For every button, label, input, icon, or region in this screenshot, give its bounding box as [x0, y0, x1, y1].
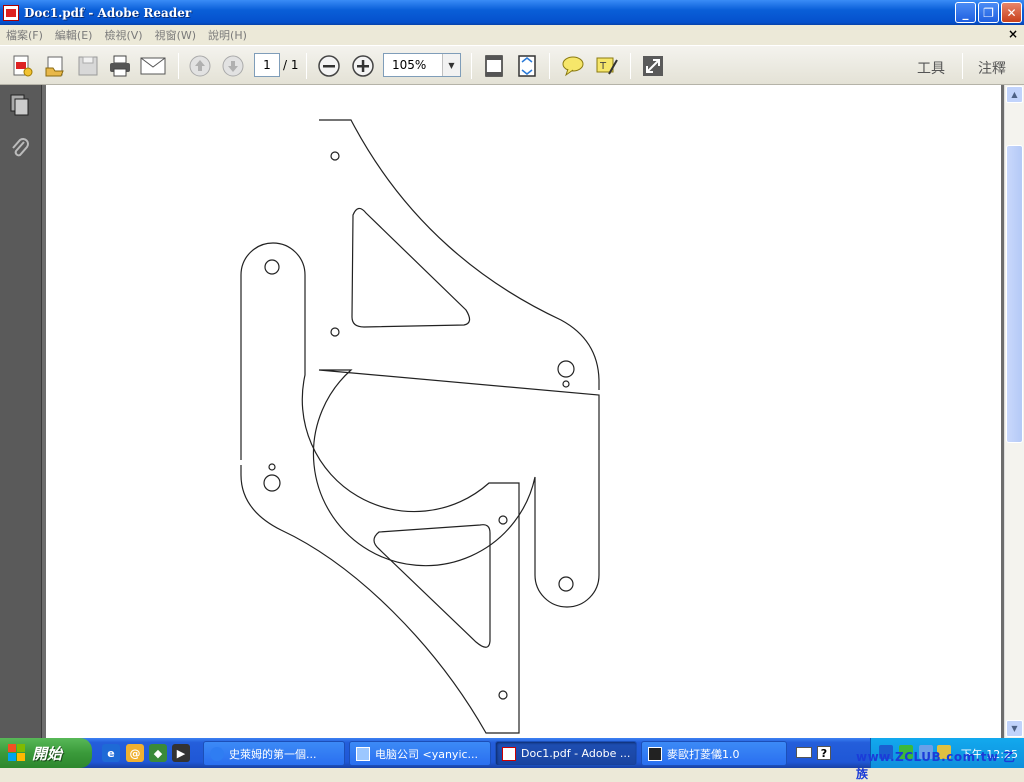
outlook-quicklaunch-icon[interactable]: @	[126, 744, 144, 762]
pdf-icon	[502, 746, 516, 761]
start-label: 開始	[32, 744, 63, 763]
zoom-value: 105%	[392, 58, 427, 72]
technical-drawing	[240, 119, 600, 734]
hole	[562, 380, 570, 388]
watermark: www.ZCLUB.com.tw 乙族	[856, 750, 1016, 781]
desktop-quicklaunch-icon[interactable]: ◆	[149, 744, 167, 762]
toolbar-separator	[471, 53, 472, 79]
taskbar-item[interactable]: Doc1.pdf - Adobe ...	[495, 741, 637, 766]
taskbar-item-label: Doc1.pdf - Adobe ...	[521, 747, 631, 760]
pages-icon[interactable]	[8, 93, 32, 117]
comment-icon[interactable]	[559, 52, 587, 80]
svg-text:T: T	[599, 61, 607, 72]
keyboard-icon[interactable]	[796, 747, 812, 758]
taskbar-item-label: 麥歐打菱儀1.0	[667, 747, 740, 761]
attachments-icon[interactable]	[8, 136, 32, 160]
hole	[263, 474, 281, 492]
ie-quicklaunch-icon[interactable]: e	[102, 744, 120, 762]
start-button[interactable]: 開始	[0, 738, 92, 768]
fit-page-icon[interactable]	[480, 52, 508, 80]
toolbar-separator	[962, 53, 963, 79]
pdf-page	[46, 85, 1001, 738]
page-number-input[interactable]: 1	[254, 53, 280, 77]
create-pdf-icon[interactable]	[8, 52, 36, 80]
comment-panel-button[interactable]: 注釋	[978, 58, 1006, 78]
zoom-select[interactable]: 105% ▼	[383, 53, 461, 77]
window-title: Doc1.pdf - Adobe Reader	[24, 5, 192, 20]
menu-window[interactable]: 視窗(W)	[149, 27, 202, 43]
taskbar-item[interactable]: 麥歐打菱儀1.0	[641, 741, 787, 766]
navigation-panel	[0, 85, 42, 738]
open-icon[interactable]	[41, 52, 69, 80]
taskbar-item[interactable]: 电脑公司 <yanyic...	[349, 741, 491, 766]
tools-button[interactable]: 工具	[917, 58, 945, 78]
adobe-reader-window: Doc1.pdf - Adobe Reader _ ❐ ✕ 檔案(F) 編輯(E…	[0, 0, 1024, 738]
fullscreen-icon[interactable]	[639, 52, 667, 80]
previous-page-icon[interactable]	[186, 52, 214, 80]
taskbar-item-label: 电脑公司 <yanyic...	[375, 747, 479, 761]
lower-bracket-outline	[240, 242, 520, 734]
menu-file[interactable]: 檔案(F)	[0, 27, 49, 43]
menu-help[interactable]: 說明(H)	[202, 27, 253, 43]
app-icon	[648, 746, 662, 761]
hole	[558, 576, 574, 592]
toolbar-separator	[306, 53, 307, 79]
document-viewport[interactable]	[42, 85, 1004, 738]
email-icon[interactable]	[139, 52, 167, 80]
windows-logo-icon	[8, 744, 26, 762]
chevron-down-icon[interactable]: ▼	[442, 54, 460, 76]
vertical-scrollbar[interactable]: ▲ ▼	[1004, 85, 1024, 738]
taskbar-item[interactable]: 史萊姆的第一個...	[203, 741, 345, 766]
highlight-icon[interactable]: T	[593, 52, 621, 80]
menu-bar: 檔案(F) 編輯(E) 檢視(V) 視窗(W) 說明(H) ×	[0, 25, 1024, 45]
upper-bracket-outline	[312, 119, 600, 608]
toolbar: 1 / 1 105% ▼ T 工具 注釋	[0, 45, 1024, 85]
network-icon	[356, 746, 370, 761]
help-icon[interactable]: ?	[817, 746, 831, 760]
window-controls: _ ❐ ✕	[955, 2, 1022, 23]
next-page-icon[interactable]	[219, 52, 247, 80]
minimize-button[interactable]: _	[955, 2, 976, 23]
print-icon[interactable]	[106, 52, 134, 80]
scroll-down-icon[interactable]: ▼	[1006, 720, 1023, 737]
save-icon[interactable]	[74, 52, 102, 80]
hole	[557, 360, 575, 378]
toolbar-separator	[178, 53, 179, 79]
hole	[330, 151, 340, 161]
scrollbar-thumb[interactable]	[1006, 145, 1023, 443]
pdf-app-icon	[3, 4, 19, 21]
zoom-in-icon[interactable]	[349, 52, 377, 80]
hole	[498, 690, 508, 700]
zoom-out-icon[interactable]	[315, 52, 343, 80]
close-document-button[interactable]: ×	[1008, 27, 1018, 41]
upper-triangle-cutout	[351, 207, 471, 328]
lower-triangle-cutout	[373, 524, 491, 648]
maximize-button[interactable]: ❐	[978, 2, 999, 23]
hole	[498, 515, 508, 525]
media-player-quicklaunch-icon[interactable]: ▶	[172, 744, 190, 762]
page-total: / 1	[283, 58, 299, 72]
fit-width-icon[interactable]	[513, 52, 541, 80]
hole	[264, 259, 280, 275]
taskbar-item-label: 史萊姆的第一個...	[229, 747, 317, 761]
scroll-up-icon[interactable]: ▲	[1006, 86, 1023, 103]
menu-edit[interactable]: 編輯(E)	[49, 27, 99, 43]
hole	[330, 327, 340, 337]
ie-icon	[210, 746, 224, 761]
toolbar-separator	[549, 53, 550, 79]
title-bar[interactable]: Doc1.pdf - Adobe Reader _ ❐ ✕	[0, 0, 1024, 25]
toolbar-separator	[630, 53, 631, 79]
menu-view[interactable]: 檢視(V)	[98, 27, 148, 43]
close-button[interactable]: ✕	[1001, 2, 1022, 23]
hole	[268, 463, 276, 471]
